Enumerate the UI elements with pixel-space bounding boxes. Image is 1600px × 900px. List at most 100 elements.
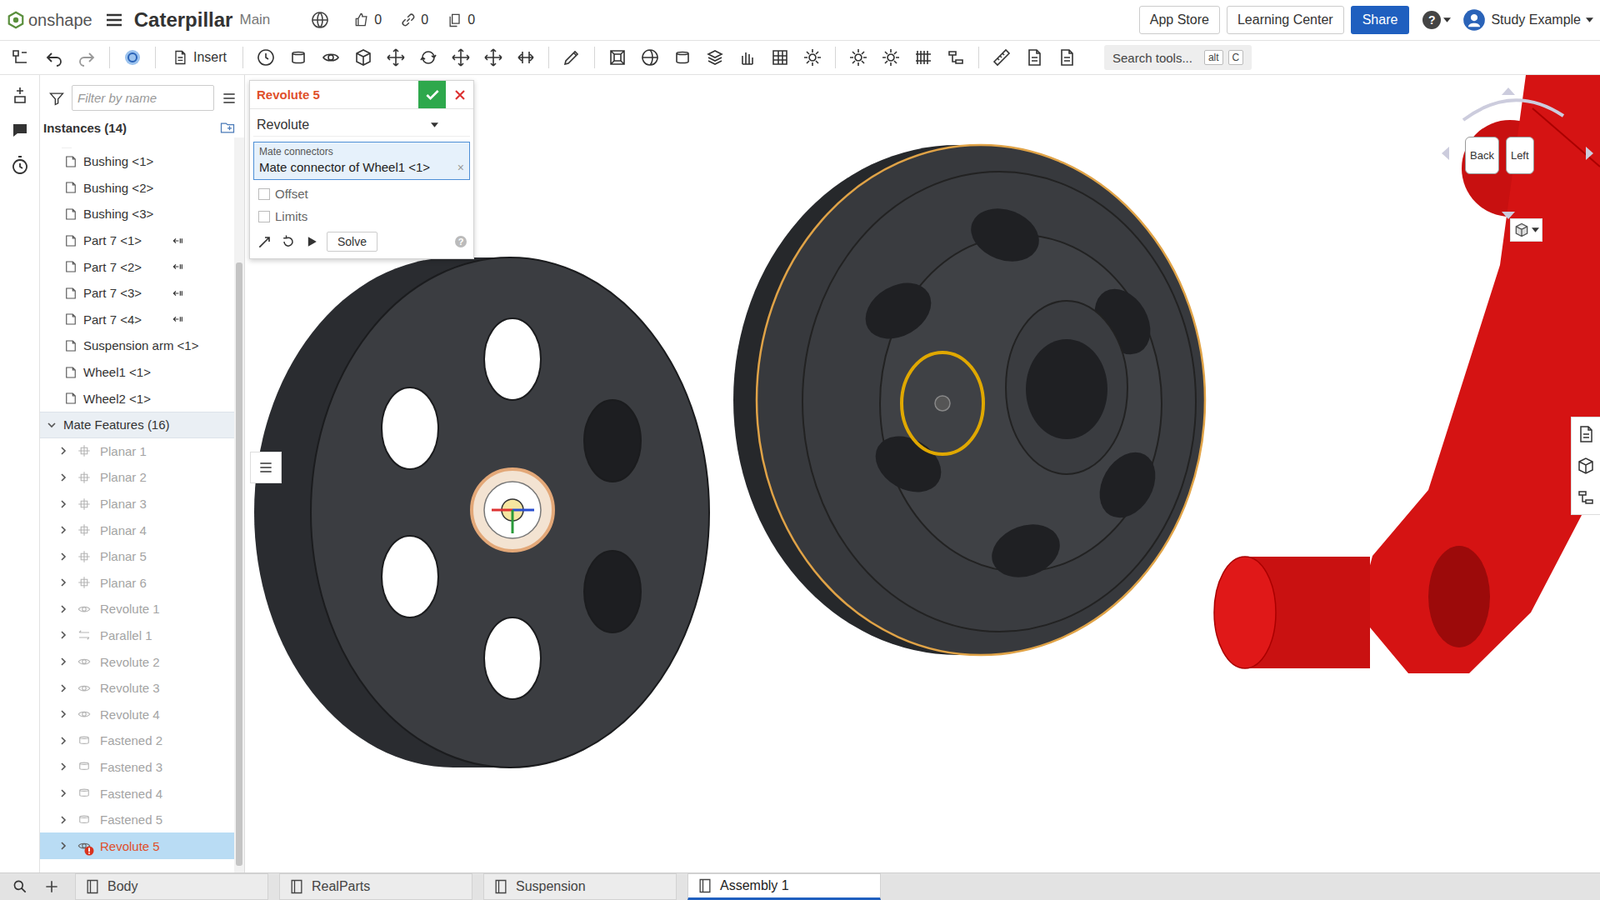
instance-item[interactable]: Bushing <1>	[40, 148, 235, 175]
parts-icon[interactable]	[1575, 455, 1596, 476]
instance-item[interactable]: Suspension arm <1>	[40, 332, 235, 360]
pen-icon[interactable]	[561, 47, 582, 68]
frame-icon[interactable]	[607, 47, 628, 68]
suspension-arm[interactable]	[1214, 75, 1600, 674]
links-counter[interactable]: 0	[400, 11, 429, 29]
graphics-area[interactable]: Revolute 5RevoluteMate connectorsMate co…	[245, 75, 1600, 873]
mate-item[interactable]: Planar 3	[40, 490, 235, 518]
move-icon[interactable]	[450, 47, 471, 68]
redo-icon[interactable]	[76, 47, 97, 68]
ball-icon[interactable]	[640, 47, 660, 68]
cyl-icon[interactable]	[672, 47, 693, 68]
insert-button[interactable]: Insert	[168, 49, 230, 66]
scrollbar[interactable]	[234, 137, 245, 873]
header-button[interactable]: Learning Center	[1226, 5, 1345, 35]
branch-name[interactable]: Main	[239, 11, 270, 29]
filter-input[interactable]: Filter by name	[71, 85, 215, 111]
globe-icon[interactable]	[310, 10, 330, 30]
animate-icon[interactable]	[303, 233, 320, 250]
gear-icon[interactable]	[880, 47, 901, 68]
mate-item[interactable]: Revolute 4	[40, 700, 235, 728]
wheel-left[interactable]	[254, 257, 710, 768]
stack-icon[interactable]	[705, 47, 725, 68]
wheel-right[interactable]	[733, 145, 1205, 655]
instance-item[interactable]: Part 7 <2>	[40, 253, 235, 280]
search-tools[interactable]: Search tools...altC	[1104, 45, 1252, 70]
mate-item[interactable]: Fastened 5	[40, 806, 235, 834]
mate-item[interactable]: Revolute 2	[40, 648, 235, 675]
mate-item[interactable]: Revolute 5	[40, 832, 235, 860]
clock-icon[interactable]	[255, 47, 276, 68]
fence-icon[interactable]	[913, 47, 934, 68]
mate-item[interactable]: Fastened 3	[40, 754, 235, 781]
solve-button[interactable]: Solve	[326, 231, 378, 252]
view-cube[interactable]: BackLeft	[1438, 86, 1597, 220]
mate-item[interactable]: Revolute 1	[40, 595, 235, 623]
mate-item[interactable]: Revolute 3	[40, 675, 235, 702]
instances-icon[interactable]	[1575, 487, 1596, 508]
flip-icon[interactable]	[256, 233, 274, 250]
move-icon[interactable]	[483, 47, 504, 68]
undo-icon[interactable]	[44, 47, 65, 68]
mate-list-button[interactable]	[250, 451, 282, 484]
likes-counter[interactable]: 0	[353, 11, 382, 29]
document-tab[interactable]: Suspension	[483, 873, 677, 900]
instance-item[interactable]: Bushing <2>	[40, 175, 235, 202]
cube-face[interactable]: Back	[1465, 136, 1500, 175]
mate-features-header[interactable]: Mate Features (16)	[40, 411, 235, 439]
doc-icon[interactable]	[1056, 47, 1077, 68]
mate-item[interactable]: Planar 6	[40, 570, 235, 597]
mate-item[interactable]: Fastened 2	[40, 727, 235, 755]
mate-connectors-field[interactable]: Mate connectorsMate connector of Wheel1 …	[253, 141, 470, 180]
mate-item[interactable]: Fastened 4	[40, 780, 235, 807]
slide-icon[interactable]	[515, 47, 536, 68]
tree-icon[interactable]	[945, 47, 966, 68]
document-tab[interactable]: RealParts	[279, 873, 473, 900]
clear-button[interactable]: ×	[457, 160, 465, 175]
hand-icon[interactable]	[737, 47, 758, 68]
ruler-icon[interactable]	[991, 47, 1012, 68]
help-menu[interactable]: ?	[1422, 10, 1451, 30]
option-checkbox[interactable]: Offset	[253, 185, 470, 203]
mate-item[interactable]: Planar 4	[40, 516, 235, 544]
instance-item[interactable]: Bushing <3>	[40, 200, 235, 228]
option-checkbox[interactable]: Limits	[253, 207, 470, 225]
doc-icon[interactable]	[1024, 47, 1045, 68]
add-tab-icon[interactable]	[43, 878, 60, 895]
insert-part-icon[interactable]	[10, 85, 30, 105]
search-icon[interactable]	[11, 878, 29, 895]
sync-icon[interactable]	[122, 47, 143, 68]
copies-counter[interactable]: 0	[446, 11, 475, 29]
mate-item[interactable]: Parallel 1	[40, 622, 235, 650]
accept-button[interactable]	[418, 80, 446, 109]
box-icon[interactable]	[353, 47, 374, 68]
instance-item[interactable]: Wheel1 <1>	[40, 359, 235, 386]
revolute-icon[interactable]	[320, 47, 341, 68]
gear-icon[interactable]	[802, 47, 823, 68]
logo[interactable]: onshape	[6, 10, 93, 30]
help-button[interactable]: ?	[455, 235, 467, 248]
instance-item[interactable]: Part 7 <1>	[40, 227, 235, 255]
rotate-icon[interactable]	[418, 47, 439, 68]
instance-item[interactable]: Part 7 <4>	[40, 306, 235, 334]
grid-icon[interactable]	[770, 47, 790, 68]
share-button[interactable]: Share	[1350, 5, 1410, 35]
mate-item[interactable]: Planar 5	[40, 543, 235, 570]
list-view-icon[interactable]	[220, 90, 238, 107]
header-button[interactable]: App Store	[1139, 5, 1220, 35]
stopwatch-icon[interactable]	[10, 155, 30, 175]
document-tab[interactable]: Assembly 1	[687, 873, 881, 900]
move-icon[interactable]	[385, 47, 406, 68]
instance-item[interactable]: Part 7 <3>	[40, 280, 235, 307]
instance-item[interactable]: Wheel2 <1>	[40, 385, 235, 412]
feature-list-icon[interactable]	[10, 47, 30, 68]
properties-icon[interactable]	[1575, 424, 1596, 445]
comment-icon[interactable]	[10, 120, 30, 140]
cyl-icon[interactable]	[288, 47, 309, 68]
reorient-icon[interactable]	[280, 233, 297, 250]
menu-icon[interactable]	[104, 10, 125, 30]
mate-item[interactable]: Planar 2	[40, 464, 235, 491]
user-menu[interactable]: Study Example	[1462, 8, 1594, 32]
cube-face[interactable]: Left	[1505, 136, 1535, 175]
mate-type-select[interactable]: Revolute	[253, 114, 470, 137]
